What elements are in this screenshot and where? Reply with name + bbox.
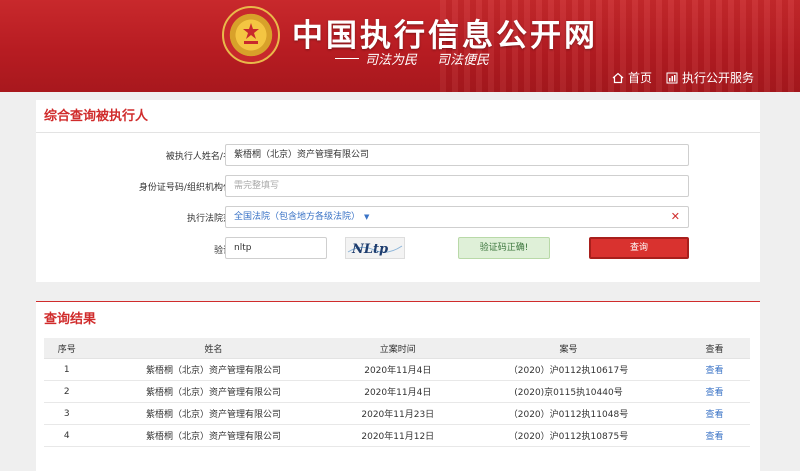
nav-enforcement-service-link[interactable]: 执行公开服务	[666, 69, 754, 86]
row-name: 紫梧桐（北京）资产管理有限公司	[89, 380, 338, 403]
col-name: 姓名	[89, 338, 338, 359]
results-header-row: 序号 姓名 立案时间 案号 查看	[44, 338, 750, 359]
results-panel: 查询结果 序号 姓名 立案时间 案号 查看 1 紫梧桐（北京）资产管理有限公司 …	[36, 301, 760, 471]
captcha-image-graphic: NLtp	[347, 242, 403, 257]
row-name: 紫梧桐（北京）资产管理有限公司	[89, 424, 338, 447]
court-select-value: 全国法院（包含地方各级法院）	[234, 212, 361, 222]
results-panel-title: 查询结果	[44, 312, 97, 327]
nav-home-label: 首页	[627, 71, 652, 85]
table-row: 3 紫梧桐（北京）资产管理有限公司 2020年11月23日 （2020）沪011…	[44, 402, 750, 425]
captcha-label: 验证码:	[74, 243, 244, 256]
nav-enforcement-service-label: 执行公开服务	[681, 71, 754, 85]
row-filing-date: 2020年11月12日	[337, 424, 458, 447]
results-top-border	[36, 301, 760, 302]
top-nav: 首页 执行公开服务	[612, 69, 754, 86]
close-icon[interactable]: ✕	[671, 207, 680, 227]
table-row: 4 紫梧桐（北京）资产管理有限公司 2020年11月12日 （2020）沪011…	[44, 424, 750, 447]
col-view: 查看	[678, 338, 750, 359]
table-row: 2 紫梧桐（北京）资产管理有限公司 2020年11月4日 (2020)京0115…	[44, 380, 750, 403]
row-index: 4	[44, 424, 90, 447]
verify-status-badge: 验证码正确!	[458, 237, 550, 259]
row-case-number: （2020）沪0112执10617号	[457, 358, 679, 381]
chart-icon	[666, 72, 678, 83]
view-link[interactable]: 查看	[705, 366, 723, 376]
search-button[interactable]: 查询	[589, 237, 689, 259]
home-icon	[612, 72, 624, 83]
id-input[interactable]: 需完整填写	[225, 175, 689, 197]
row-filing-date: 2020年11月4日	[337, 380, 458, 403]
row-name: 紫梧桐（北京）资产管理有限公司	[89, 402, 338, 425]
chevron-down-icon: ▼	[364, 213, 370, 221]
court-select[interactable]: 全国法院（包含地方各级法院） ▼ ✕	[225, 206, 689, 228]
col-case-number: 案号	[457, 338, 679, 359]
row-case-number: （2020）沪0112执10875号	[457, 424, 679, 447]
row-case-number: (2020)京0115执10440号	[457, 380, 679, 403]
table-row: 1 紫梧桐（北京）资产管理有限公司 2020年11月4日 （2020）沪0112…	[44, 358, 750, 381]
col-index: 序号	[44, 338, 90, 359]
id-label: 身份证号码/组织机构代码:	[138, 183, 244, 193]
row-index: 3	[44, 402, 90, 425]
name-label: 被执行人姓名/名称:	[165, 152, 244, 162]
query-panel: 综合查询被执行人 被执行人姓名/名称: 紫梧桐（北京）资产管理有限公司 身份证号…	[36, 100, 760, 282]
view-link[interactable]: 查看	[705, 410, 723, 420]
view-link[interactable]: 查看	[705, 388, 723, 398]
site-slogan: 司法为民 司法便民	[335, 49, 489, 68]
view-link[interactable]: 查看	[705, 432, 723, 442]
row-name: 紫梧桐（北京）资产管理有限公司	[89, 358, 338, 381]
slogan-part-2: 司法便民	[437, 53, 490, 68]
captcha-text: NLtp	[351, 242, 388, 257]
court-emblem-icon	[222, 6, 280, 64]
captcha-image[interactable]: NLtp	[345, 237, 405, 259]
captcha-input[interactable]: nltp	[225, 237, 327, 259]
nav-home-link[interactable]: 首页	[612, 69, 652, 86]
court-label: 执行法院范围:	[186, 214, 244, 224]
site-header: 中国执行信息公开网 司法为民 司法便民 首页 执行公开服务	[0, 0, 800, 92]
name-input[interactable]: 紫梧桐（北京）资产管理有限公司	[225, 144, 689, 166]
slogan-part-1: 司法为民	[365, 53, 418, 68]
results-table: 序号 姓名 立案时间 案号 查看 1 紫梧桐（北京）资产管理有限公司 2020年…	[44, 338, 750, 447]
row-index: 1	[44, 358, 90, 381]
col-filing-date: 立案时间	[337, 338, 458, 359]
row-filing-date: 2020年11月23日	[337, 402, 458, 425]
row-case-number: （2020）沪0112执11048号	[457, 402, 679, 425]
row-index: 2	[44, 380, 90, 403]
row-filing-date: 2020年11月4日	[337, 358, 458, 381]
query-panel-title: 综合查询被执行人	[36, 100, 760, 133]
